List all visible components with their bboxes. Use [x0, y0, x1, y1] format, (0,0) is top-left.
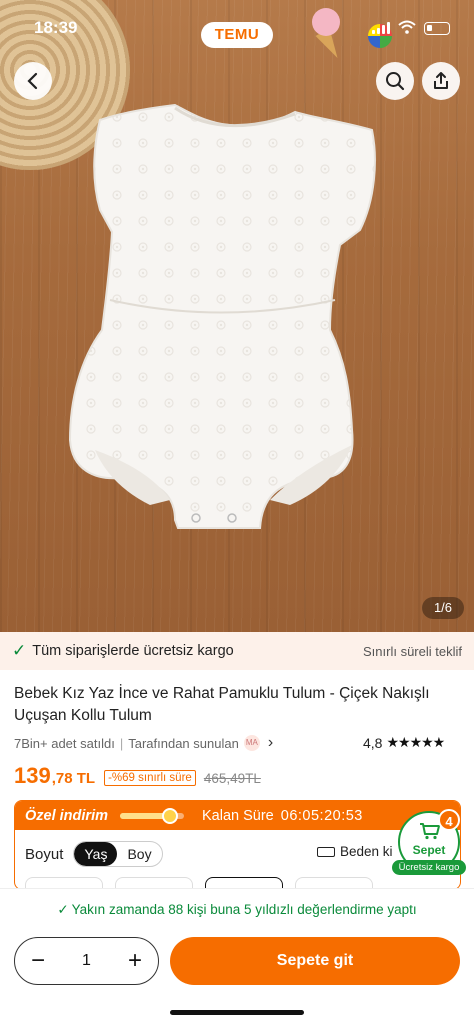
- seller-badge: MA: [243, 735, 260, 751]
- product-title: Bebek Kız Yaz İnce ve Rahat Pamuklu Tulu…: [14, 685, 430, 724]
- clock-icon: [161, 807, 178, 824]
- promo-text: Tüm siparişlerde ücretsiz kargo: [32, 643, 234, 659]
- share-button[interactable]: [422, 62, 460, 100]
- special-discount-label: Özel indirim: [25, 807, 108, 824]
- go-to-cart-button[interactable]: Sepete git: [170, 937, 460, 985]
- social-proof: ✓ Yakın zamanda 88 kişi buna 5 yıldızlı d…: [0, 902, 474, 918]
- gallery-counter: 1/6: [422, 597, 464, 619]
- size-selector: Boyut Yaş Boy Beden ki: [25, 841, 450, 867]
- special-discount-header: Özel indirim Kalan Süre 06:05:20:53: [15, 801, 460, 830]
- cart-icon: [420, 823, 440, 840]
- price-main: 139: [14, 763, 51, 788]
- discount-badge: -%69 sınırlı süre: [104, 770, 196, 786]
- check-icon: ✓: [12, 641, 27, 660]
- price-row: 139 ,78 TL -%69 sınırlı süre 465,49TL: [14, 763, 261, 789]
- minus-icon[interactable]: −: [31, 949, 45, 973]
- limited-offer-text: Sınırlı süreli teklif: [363, 643, 462, 659]
- social-proof-text: Yakın zamanda 88 kişi buna 5 yıldızlı de…: [71, 902, 417, 917]
- back-button[interactable]: [14, 62, 52, 100]
- old-price: 465,49TL: [203, 771, 261, 786]
- share-icon: [434, 72, 448, 89]
- wifi-icon: [398, 20, 416, 34]
- size-option-age[interactable]: Yaş: [74, 842, 118, 866]
- remaining-label: Kalan Süre: [202, 807, 274, 824]
- rating-value: 4,8: [363, 734, 383, 751]
- cellular-signal-icon: [372, 22, 390, 34]
- battery-icon: [424, 22, 450, 35]
- size-option-height[interactable]: Boy: [117, 842, 161, 866]
- bottom-action-bar: ✓ Yakın zamanda 88 kişi buna 5 yıldızlı d…: [0, 888, 474, 1024]
- price-decimal: ,78 TL: [51, 770, 96, 787]
- rating[interactable]: 4,8 ★★★★★: [363, 734, 445, 751]
- free-shipping-banner[interactable]: ✓ Tüm siparişlerde ücretsiz kargo Sınırl…: [0, 632, 474, 670]
- seller-link[interactable]: Tarafından sunulan: [128, 736, 239, 751]
- home-indicator[interactable]: [170, 1010, 304, 1015]
- chevron-left-icon: [27, 72, 38, 90]
- size-guide-text: Beden ki: [340, 844, 393, 859]
- chevron-right-icon[interactable]: ›: [268, 734, 273, 752]
- cart-label: Sepet: [412, 843, 446, 857]
- check-icon: ✓: [57, 902, 69, 917]
- quantity-stepper: − 1 +: [14, 937, 159, 985]
- clock: 18:39: [34, 18, 78, 37]
- special-discount-panel: Özel indirim Kalan Süre 06:05:20:53 Boyu…: [14, 800, 461, 890]
- size-type-toggle[interactable]: Yaş Boy: [73, 841, 163, 867]
- status-bar: 18:39 TEMU: [0, 14, 474, 48]
- size-guide-link[interactable]: Beden ki: [317, 844, 393, 859]
- search-button[interactable]: [376, 62, 414, 100]
- search-icon: [386, 72, 405, 91]
- free-shipping-badge: Ücretsiz kargo: [392, 860, 466, 875]
- star-rating-icon: ★★★★★: [386, 734, 445, 750]
- size-label: Boyut: [25, 845, 64, 863]
- cart-count-badge: 4: [438, 809, 460, 831]
- countdown-timer: 06:05:20:53: [280, 807, 363, 824]
- ruler-icon: [317, 846, 335, 857]
- temu-logo: TEMU: [201, 22, 273, 48]
- quantity-value[interactable]: 1: [82, 952, 91, 970]
- sold-count: 7Bin+ adet satıldı: [14, 735, 115, 751]
- discount-progress-bar: [120, 807, 184, 824]
- plus-icon[interactable]: +: [128, 949, 142, 973]
